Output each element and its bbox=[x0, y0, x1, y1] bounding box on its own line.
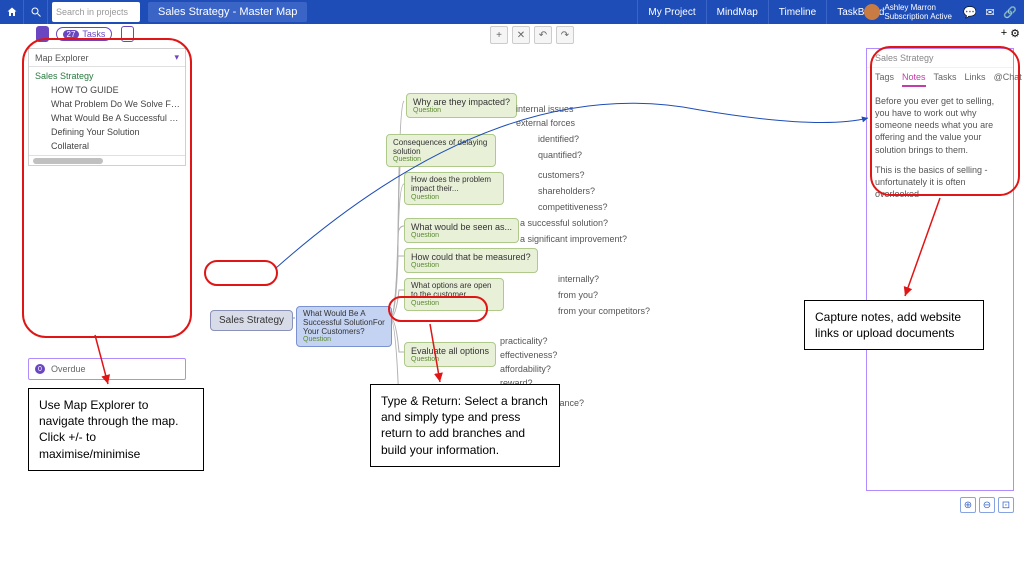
avatar[interactable] bbox=[864, 4, 880, 20]
link-icon[interactable]: 🔗 bbox=[1002, 4, 1018, 20]
search-input[interactable]: Search in projects bbox=[52, 2, 140, 22]
q6-sub: Question bbox=[411, 300, 497, 307]
tasks-label: Tasks bbox=[82, 29, 105, 39]
user-block: Ashley Marron Subscription Active bbox=[884, 3, 952, 21]
undo-button[interactable]: ↶ bbox=[534, 26, 552, 44]
nav-my-project[interactable]: My Project bbox=[637, 0, 705, 24]
top-nav: My Project MindMap Timeline TaskBoard bbox=[637, 0, 894, 24]
q7-sub: Question bbox=[411, 356, 489, 363]
q3-sub: Question bbox=[411, 194, 497, 201]
node-q6[interactable]: What options are open to the customer Qu… bbox=[404, 278, 504, 311]
tab-notes[interactable]: Notes bbox=[902, 72, 926, 87]
notes-p2: This is the basics of selling - unfortun… bbox=[875, 164, 1005, 200]
leaf[interactable]: competitiveness? bbox=[538, 202, 608, 212]
node-root[interactable]: Sales Strategy bbox=[210, 310, 293, 331]
close-button[interactable]: ✕ bbox=[512, 26, 530, 44]
mail-icon[interactable]: ✉ bbox=[982, 4, 998, 20]
notes-body[interactable]: Before you ever get to selling, you have… bbox=[867, 87, 1013, 216]
q1-label: Why are they impacted? bbox=[413, 97, 510, 107]
leaf[interactable]: a significant improvement? bbox=[520, 234, 627, 244]
search-button[interactable] bbox=[24, 0, 48, 24]
tab-tags[interactable]: Tags bbox=[875, 72, 894, 87]
q3-label: How does the problem impact their... bbox=[411, 176, 497, 194]
callout-right-text: Capture notes, add website links or uplo… bbox=[815, 310, 961, 340]
leaf[interactable]: quantified? bbox=[538, 150, 582, 160]
search-icon bbox=[30, 6, 42, 18]
chat-icon[interactable]: 💬 bbox=[962, 4, 978, 20]
q2-sub: Question bbox=[393, 156, 489, 163]
chip-right[interactable] bbox=[121, 26, 134, 42]
callout-center-text: Type & Return: Select a branch and simpl… bbox=[381, 394, 548, 457]
chip-left[interactable] bbox=[36, 26, 49, 42]
page-title: Sales Strategy - Master Map bbox=[148, 2, 307, 22]
zoom-in-icon[interactable]: + bbox=[1001, 27, 1007, 40]
q7-label: Evaluate all options bbox=[411, 346, 489, 356]
q1-sub: Question bbox=[413, 107, 510, 114]
callout-left: Use Map Explorer to navigate through the… bbox=[28, 388, 204, 471]
q5-sub: Question bbox=[411, 262, 531, 269]
branch-sub: Question bbox=[303, 336, 385, 343]
user-name: Ashley Marron bbox=[884, 3, 952, 12]
zoom-fit-button[interactable]: ⊡ bbox=[998, 497, 1014, 513]
node-root-label: Sales Strategy bbox=[219, 315, 284, 326]
topbar-right: Ashley Marron Subscription Active 💬 ✉ 🔗 bbox=[864, 0, 1024, 24]
search-placeholder: Search in projects bbox=[56, 7, 128, 17]
leaf[interactable]: from your competitors? bbox=[558, 306, 650, 316]
notes-p1: Before you ever get to selling, you have… bbox=[875, 95, 1005, 156]
notes-tabs: Tags Notes Tasks Links @Chat Styles bbox=[867, 68, 1013, 87]
settings-icon[interactable]: ⚙ bbox=[1010, 27, 1020, 40]
node-q4[interactable]: What would be seen as... Question bbox=[404, 218, 519, 243]
nav-timeline[interactable]: Timeline bbox=[768, 0, 826, 24]
q4-label: What would be seen as... bbox=[411, 222, 512, 232]
tool-cluster: + ✕ ↶ ↷ bbox=[490, 26, 574, 44]
q2-label: Consequences of delaying solution bbox=[393, 138, 489, 156]
redo-button[interactable]: ↷ bbox=[556, 26, 574, 44]
tasks-count: 27 bbox=[63, 30, 80, 39]
node-q1[interactable]: Why are they impacted? Question bbox=[406, 93, 517, 118]
q4-sub: Question bbox=[411, 232, 512, 239]
node-q5[interactable]: How could that be measured? Question bbox=[404, 248, 538, 273]
node-q2[interactable]: Consequences of delaying solution Questi… bbox=[386, 134, 496, 167]
notes-title: Sales Strategy bbox=[867, 49, 1013, 68]
leaf[interactable]: internally? bbox=[558, 274, 599, 284]
home-icon bbox=[6, 6, 18, 18]
leaf[interactable]: a successful solution? bbox=[520, 218, 608, 228]
callout-center: Type & Return: Select a branch and simpl… bbox=[370, 384, 560, 467]
branch-label: What Would Be A Successful SolutionFor Y… bbox=[303, 310, 385, 336]
leaf[interactable]: external forces bbox=[516, 118, 575, 128]
user-sub: Subscription Active bbox=[884, 12, 952, 21]
tasks-badge[interactable]: 27 Tasks bbox=[56, 27, 113, 41]
zoom-out-button[interactable]: ⊖ bbox=[979, 497, 995, 513]
zoom-in-button[interactable]: ⊕ bbox=[960, 497, 976, 513]
zoom-controls: ⊕ ⊖ ⊡ bbox=[960, 497, 1014, 513]
leaf[interactable]: customers? bbox=[538, 170, 585, 180]
leaf[interactable]: shareholders? bbox=[538, 186, 595, 196]
leaf[interactable]: internal issues bbox=[516, 104, 574, 114]
topbar-left: Search in projects Sales Strategy - Mast… bbox=[0, 0, 307, 24]
home-button[interactable] bbox=[0, 0, 24, 24]
top-bar: Search in projects Sales Strategy - Mast… bbox=[0, 0, 1024, 24]
leaf[interactable]: affordability? bbox=[500, 364, 551, 374]
notes-panel: Sales Strategy Tags Notes Tasks Links @C… bbox=[866, 48, 1014, 491]
leaf[interactable]: practicality? bbox=[500, 336, 548, 346]
node-q7[interactable]: Evaluate all options Question bbox=[404, 342, 496, 367]
tab-chat[interactable]: @Chat bbox=[994, 72, 1022, 87]
zoom-top-right: + ⚙ bbox=[1001, 27, 1020, 40]
node-branch-success[interactable]: What Would Be A Successful SolutionFor Y… bbox=[296, 306, 392, 347]
callout-right: Capture notes, add website links or uplo… bbox=[804, 300, 984, 350]
leaf[interactable]: from you? bbox=[558, 290, 598, 300]
q6-label: What options are open to the customer bbox=[411, 282, 497, 300]
q5-label: How could that be measured? bbox=[411, 252, 531, 262]
add-button[interactable]: + bbox=[490, 26, 508, 44]
leaf[interactable]: identified? bbox=[538, 134, 579, 144]
tab-tasks[interactable]: Tasks bbox=[934, 72, 957, 87]
callout-left-text: Use Map Explorer to navigate through the… bbox=[39, 398, 178, 461]
nav-mindmap[interactable]: MindMap bbox=[706, 0, 768, 24]
node-q3[interactable]: How does the problem impact their... Que… bbox=[404, 172, 504, 205]
leaf[interactable]: effectiveness? bbox=[500, 350, 557, 360]
tab-links[interactable]: Links bbox=[965, 72, 986, 87]
